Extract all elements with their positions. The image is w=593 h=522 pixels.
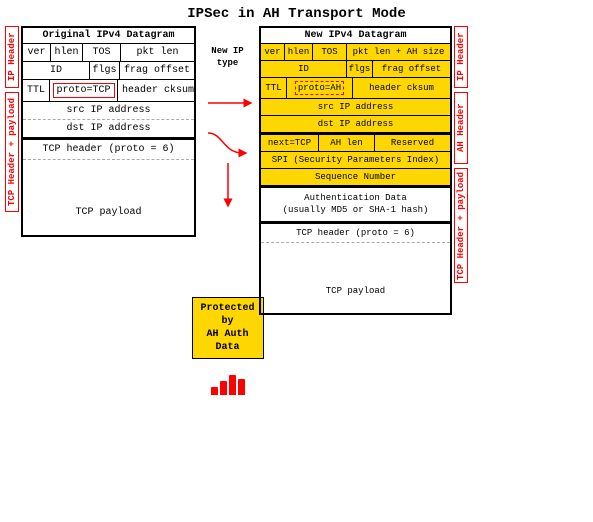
r-cell-tcp-header: TCP header (proto = 6) <box>261 224 450 242</box>
right-datagram-title: New IPv4 Datagram <box>261 28 450 44</box>
bar-2 <box>220 381 227 395</box>
left-datagram-box: Original IPv4 Datagram ver hlen TOS pkt … <box>21 26 196 237</box>
r-cell-tos: TOS <box>313 44 347 60</box>
r-cell-pkt-len-ah: pkt len + AH size <box>347 44 450 60</box>
right-vertical-labels: IP Header AH Header TCP Header + payload <box>454 26 468 315</box>
bar-1 <box>211 387 218 395</box>
cell-tcp-header: TCP header (proto = 6) <box>23 140 194 159</box>
table-row: Sequence Number <box>261 169 450 186</box>
table-row: dst IP address <box>23 120 194 138</box>
right-ip-header-label: IP Header <box>454 26 468 88</box>
r-cell-reserved: Reserved <box>375 135 450 151</box>
table-row: TTL proto=AH header cksum <box>261 78 450 99</box>
right-datagram-section: New IPv4 Datagram ver hlen TOS pkt len +… <box>259 26 468 315</box>
cell-flgs: flgs <box>90 62 120 79</box>
r-cell-ah-len: AH len <box>319 135 375 151</box>
r-cell-empty <box>261 243 450 268</box>
cell-empty <box>23 160 194 190</box>
bar-4 <box>238 379 245 395</box>
right-ah-header-label: AH Header <box>454 92 468 164</box>
table-row <box>261 243 450 268</box>
cell-ttl: TTL <box>23 80 50 101</box>
table-row: TCP payload <box>23 190 194 235</box>
r-cell-proto-ah: proto=AH <box>287 78 353 98</box>
r-cell-flgs: flgs <box>347 61 373 77</box>
r-cell-header-cksum: header cksum <box>353 78 450 98</box>
r-cell-frag: frag offset <box>373 61 450 77</box>
r-cell-seq: Sequence Number <box>261 169 450 185</box>
r-cell-hlen: hlen <box>285 44 313 60</box>
cell-header-cksum: header cksum <box>118 80 198 101</box>
cell-ver: ver <box>23 44 51 61</box>
table-row: ID flgs frag offset <box>261 61 450 78</box>
r-cell-spi: SPI (Security Parameters Index) <box>261 152 450 168</box>
cell-tos: TOS <box>83 44 121 61</box>
protected-badge: Protected byAH Auth Data <box>192 297 264 359</box>
r-cell-id: ID <box>261 61 347 77</box>
left-datagram-section: IP Header TCP Header + payload Original … <box>5 26 196 237</box>
left-datagram-title: Original IPv4 Datagram <box>23 28 194 44</box>
table-row: SPI (Security Parameters Index) <box>261 152 450 169</box>
left-ip-header-label: IP Header <box>5 26 19 88</box>
cell-tcp-payload: TCP payload <box>23 190 194 235</box>
table-row: src IP address <box>261 99 450 116</box>
bar-chart <box>211 367 245 395</box>
table-row: dst IP address <box>261 116 450 133</box>
r-cell-ver: ver <box>261 44 285 60</box>
arrows-svg <box>203 73 253 273</box>
cell-dst-ip: dst IP address <box>23 120 194 137</box>
cell-src-ip: src IP address <box>23 102 194 119</box>
left-vertical-labels: IP Header TCP Header + payload <box>5 26 19 237</box>
cell-proto-tcp: proto=TCP <box>50 80 118 101</box>
r-cell-next-tcp: next=TCP <box>261 135 319 151</box>
r-cell-auth-data: Authentication Data(usually MD5 or SHA-1… <box>261 188 450 221</box>
middle-section: New IPtype Protected byAH Auth Data <box>200 26 255 395</box>
table-row <box>23 160 194 190</box>
r-cell-dst-ip: dst IP address <box>261 116 450 132</box>
table-row: next=TCP AH len Reserved <box>261 133 450 152</box>
table-row: TCP header (proto = 6) <box>23 138 194 160</box>
table-row: Authentication Data(usually MD5 or SHA-1… <box>261 186 450 222</box>
page-title: IPSec in AH Transport Mode <box>0 0 593 26</box>
right-tcp-label: TCP Header + payload <box>454 168 468 283</box>
bar-3 <box>229 375 236 395</box>
new-ip-type-label: New IPtype <box>211 46 243 69</box>
table-row: ver hlen TOS pkt len <box>23 44 194 62</box>
table-row: ID flgs frag offset <box>23 62 194 80</box>
table-row: TTL proto=TCP header cksum <box>23 80 194 102</box>
cell-pkt-len: pkt len <box>121 44 194 61</box>
left-tcp-label: TCP Header + payload <box>5 92 19 212</box>
cell-id: ID <box>23 62 90 79</box>
r-cell-ttl: TTL <box>261 78 287 98</box>
r-cell-src-ip: src IP address <box>261 99 450 115</box>
cell-frag-offset: frag offset <box>120 62 194 79</box>
table-row: src IP address <box>23 102 194 120</box>
right-datagram-box: New IPv4 Datagram ver hlen TOS pkt len +… <box>259 26 452 315</box>
table-row: ver hlen TOS pkt len + AH size <box>261 44 450 61</box>
table-row: TCP payload <box>261 268 450 313</box>
table-row: TCP header (proto = 6) <box>261 222 450 243</box>
r-cell-tcp-payload: TCP payload <box>261 268 450 313</box>
cell-hlen: hlen <box>51 44 83 61</box>
page-container: IPSec in AH Transport Mode IP Header TCP… <box>0 0 593 522</box>
